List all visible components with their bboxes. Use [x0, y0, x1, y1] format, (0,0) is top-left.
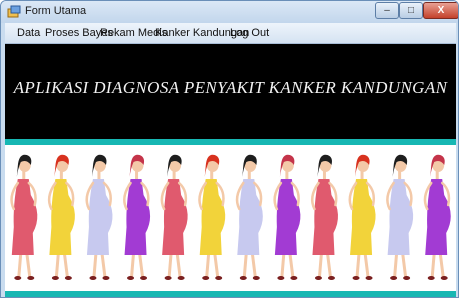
window-title: Form Utama: [25, 5, 87, 17]
woman-figure: [235, 154, 263, 280]
woman-figure: [160, 154, 188, 280]
illustration-canvas: [10, 154, 451, 280]
woman-figure: [10, 154, 38, 280]
woman-figure: [423, 154, 451, 280]
app-icon: [7, 5, 21, 18]
woman-figure: [310, 154, 339, 280]
woman-figure: [348, 154, 376, 280]
maximize-button[interactable]: □: [399, 2, 423, 19]
woman-figure: [123, 154, 151, 280]
woman-figure: [47, 154, 75, 280]
close-button[interactable]: X: [423, 2, 458, 19]
minimize-button[interactable]: –: [375, 2, 399, 19]
menu-item-data[interactable]: Data: [17, 27, 40, 39]
pregnant-women-illustration: [5, 145, 456, 291]
woman-figure: [198, 154, 226, 280]
woman-figure: [386, 154, 414, 280]
header-banner: APLIKASI DIAGNOSA PENYAKIT KANKER KANDUN…: [5, 44, 456, 139]
title-bar[interactable]: Form Utama – □ X: [1, 1, 458, 23]
woman-figure: [85, 154, 113, 280]
woman-figure: [273, 154, 301, 280]
bottom-stripe: [5, 291, 456, 297]
main-window: Form Utama – □ X Data Proses Bayes Rekam…: [0, 0, 459, 298]
banner-title: APLIKASI DIAGNOSA PENYAKIT KANKER KANDUN…: [13, 78, 448, 97]
menu-item-log-out[interactable]: Log Out: [230, 27, 269, 39]
menu-bar: Data Proses Bayes Rekam Medis Kanker Kan…: [5, 23, 456, 44]
